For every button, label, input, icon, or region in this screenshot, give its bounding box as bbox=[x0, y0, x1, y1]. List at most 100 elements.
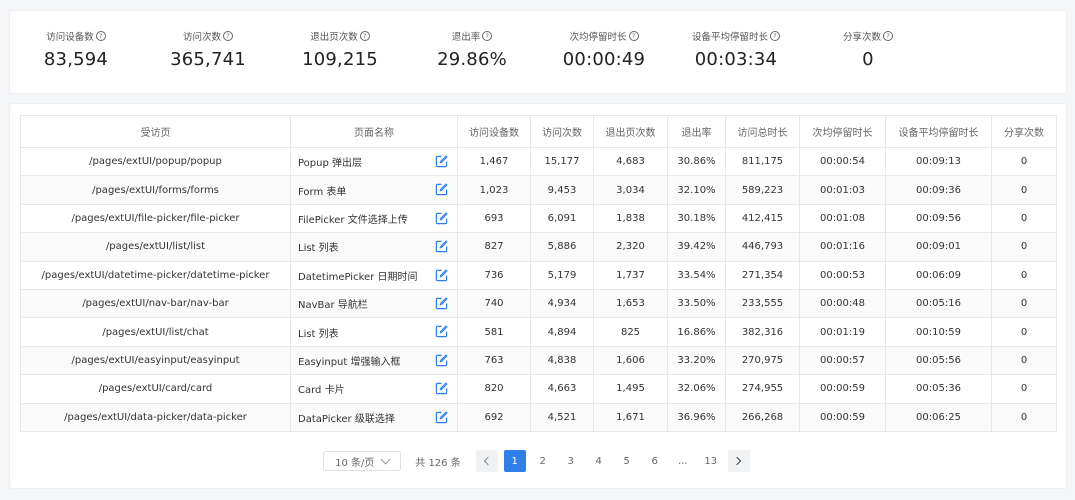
table-cell: 820 bbox=[457, 374, 531, 404]
table-cell: 00:10:59 bbox=[885, 317, 992, 347]
table-cell: 00:05:36 bbox=[885, 374, 992, 404]
table-cell: 39.42% bbox=[667, 232, 726, 262]
page-button[interactable]: 3 bbox=[560, 450, 582, 472]
help-icon[interactable]: ? bbox=[95, 31, 106, 41]
table-cell: 00:09:13 bbox=[885, 146, 992, 177]
page-numbers: 1 2 3 4 5 6... 13 bbox=[501, 450, 725, 472]
page-ellipsis[interactable]: ... bbox=[672, 450, 694, 472]
stat-label: 访问设备数 bbox=[46, 32, 94, 43]
page-stats-table: 受访页 页面名称 访问设备数 访问次数 退出页次数 退出率 访问总时长 次均停留时长 设备平均停… bbox=[20, 115, 1057, 432]
column-header: 次均停留时长 bbox=[799, 115, 886, 148]
table-row: /pages/extUI/popup/popup Popup 弹出层 1,467 15… bbox=[20, 146, 1057, 177]
table-cell: 00:09:36 bbox=[885, 175, 992, 205]
next-page-button[interactable] bbox=[727, 450, 750, 472]
table-cell: 740 bbox=[457, 288, 531, 319]
edit-icon[interactable] bbox=[435, 411, 448, 424]
page-button[interactable]: 4 bbox=[588, 450, 610, 472]
table-cell: 1,467 bbox=[457, 146, 531, 177]
page-button[interactable]: 1 bbox=[503, 450, 526, 472]
table-cell: 33.20% bbox=[667, 345, 726, 376]
table-cell: 33.54% bbox=[667, 260, 726, 290]
page-path-cell: /pages/extUI/data-picker/data-picker bbox=[20, 402, 291, 432]
edit-icon[interactable] bbox=[435, 240, 448, 253]
page-button[interactable]: 13 bbox=[700, 450, 722, 472]
table-cell: 00:01:16 bbox=[799, 232, 886, 262]
table-cell: 32.06% bbox=[667, 374, 726, 404]
table-row: /pages/extUI/list/chat List 列表 581 4,894 825… bbox=[20, 317, 1057, 347]
edit-icon[interactable] bbox=[435, 354, 448, 367]
table-cell: 5,886 bbox=[530, 232, 594, 262]
edit-icon[interactable] bbox=[435, 155, 448, 168]
edit-icon[interactable] bbox=[435, 183, 448, 196]
page-button[interactable]: 6 bbox=[644, 450, 666, 472]
column-header: 退出页次数 bbox=[593, 115, 668, 148]
stat-item: 访问次数? 365,741 bbox=[142, 11, 274, 93]
help-icon[interactable]: ? bbox=[359, 31, 370, 41]
total-count: 共 126 条 bbox=[415, 457, 461, 469]
table-cell: 736 bbox=[457, 260, 531, 290]
column-header: 访问总时长 bbox=[725, 115, 800, 148]
stat-item: 次均停留时长? 00:00:49 bbox=[538, 11, 670, 93]
table-cell: 30.86% bbox=[667, 146, 726, 177]
chevron-right-icon bbox=[732, 456, 742, 466]
table-row: /pages/extUI/easyinput/easyinput Easyinpu… bbox=[20, 345, 1057, 376]
table-cell: 4,521 bbox=[530, 402, 594, 432]
table-cell: 412,415 bbox=[725, 203, 800, 234]
page-name-cell: Easyinput 增强输入框 bbox=[290, 345, 458, 376]
table-cell: 266,268 bbox=[725, 402, 800, 432]
table-cell: 4,894 bbox=[530, 317, 594, 347]
page-path-cell: /pages/extUI/easyinput/easyinput bbox=[20, 345, 291, 376]
prev-page-button[interactable] bbox=[475, 450, 498, 472]
page-name-cell: NavBar 导航栏 bbox=[290, 288, 458, 319]
help-icon[interactable]: ? bbox=[223, 31, 233, 41]
table-row: /pages/extUI/datetime-picker/datetime-pi… bbox=[20, 260, 1057, 290]
stat-value: 109,215 bbox=[302, 49, 378, 70]
table-row: /pages/extUI/nav-bar/nav-bar NavBar 导航栏 74… bbox=[20, 288, 1057, 319]
table-cell: 3,034 bbox=[593, 175, 668, 205]
stat-value: 0 bbox=[862, 49, 874, 70]
stat-value: 00:00:49 bbox=[562, 49, 646, 70]
page-name-cell: DatetimePicker 日期时间 bbox=[290, 260, 458, 290]
page-button[interactable]: 2 bbox=[532, 450, 554, 472]
table-panel: 受访页 页面名称 访问设备数 访问次数 退出页次数 退出率 访问总时长 次均停留时长 设备平均停… bbox=[9, 103, 1067, 489]
edit-icon[interactable] bbox=[435, 269, 448, 282]
table-cell: 00:01:03 bbox=[799, 175, 886, 205]
edit-icon[interactable] bbox=[435, 382, 448, 395]
stat-item: 退出率? 29.86% bbox=[406, 11, 538, 93]
help-icon[interactable]: ? bbox=[770, 31, 780, 41]
stat-label: 次均停留时长 bbox=[569, 32, 627, 43]
column-header: 退出率 bbox=[667, 115, 726, 148]
table-cell: 00:00:59 bbox=[799, 374, 886, 404]
table-cell: 00:05:56 bbox=[885, 345, 992, 376]
table-cell: 382,316 bbox=[725, 317, 800, 347]
edit-icon[interactable] bbox=[435, 325, 448, 338]
table-cell: 4,663 bbox=[530, 374, 594, 404]
page-button[interactable]: 5 bbox=[616, 450, 638, 472]
chevron-left-icon bbox=[483, 456, 493, 466]
edit-icon[interactable] bbox=[435, 297, 448, 310]
table-cell: 827 bbox=[457, 232, 531, 262]
stat-item: 设备平均停留时长? 00:03:34 bbox=[670, 11, 802, 93]
page-name-cell: FilePicker 文件选择上传 bbox=[290, 203, 458, 234]
stats-panel: 访问设备数? 83,594 访问次数? 365,741 退出页次数? 109,215 退出率… bbox=[9, 10, 1067, 94]
help-icon[interactable]: ? bbox=[628, 31, 639, 41]
column-header: 访问设备数 bbox=[457, 115, 531, 148]
stat-value: 365,741 bbox=[170, 49, 246, 70]
page-path-cell: /pages/extUI/card/card bbox=[20, 374, 291, 404]
table-cell: 36.96% bbox=[667, 402, 726, 432]
table-cell: 4,838 bbox=[530, 345, 594, 376]
table-cell: 825 bbox=[593, 317, 668, 347]
page-size-select[interactable]: 10 条/页 bbox=[323, 451, 402, 471]
table-row: /pages/extUI/file-picker/file-picker File… bbox=[20, 203, 1057, 234]
table-cell: 811,175 bbox=[725, 146, 800, 177]
help-icon[interactable]: ? bbox=[482, 31, 493, 41]
edit-icon[interactable] bbox=[435, 212, 448, 225]
help-icon[interactable]: ? bbox=[883, 31, 893, 41]
table-cell: 00:09:56 bbox=[885, 203, 992, 234]
page-name: Form 表单 bbox=[298, 186, 347, 198]
page-path-cell: /pages/extUI/list/list bbox=[20, 232, 291, 262]
stat-item: 分享次数? 0 bbox=[802, 11, 934, 93]
stat-item: 退出页次数? 109,215 bbox=[274, 11, 406, 93]
page-path-cell: /pages/extUI/nav-bar/nav-bar bbox=[20, 288, 291, 319]
table-cell: 1,495 bbox=[593, 374, 668, 404]
